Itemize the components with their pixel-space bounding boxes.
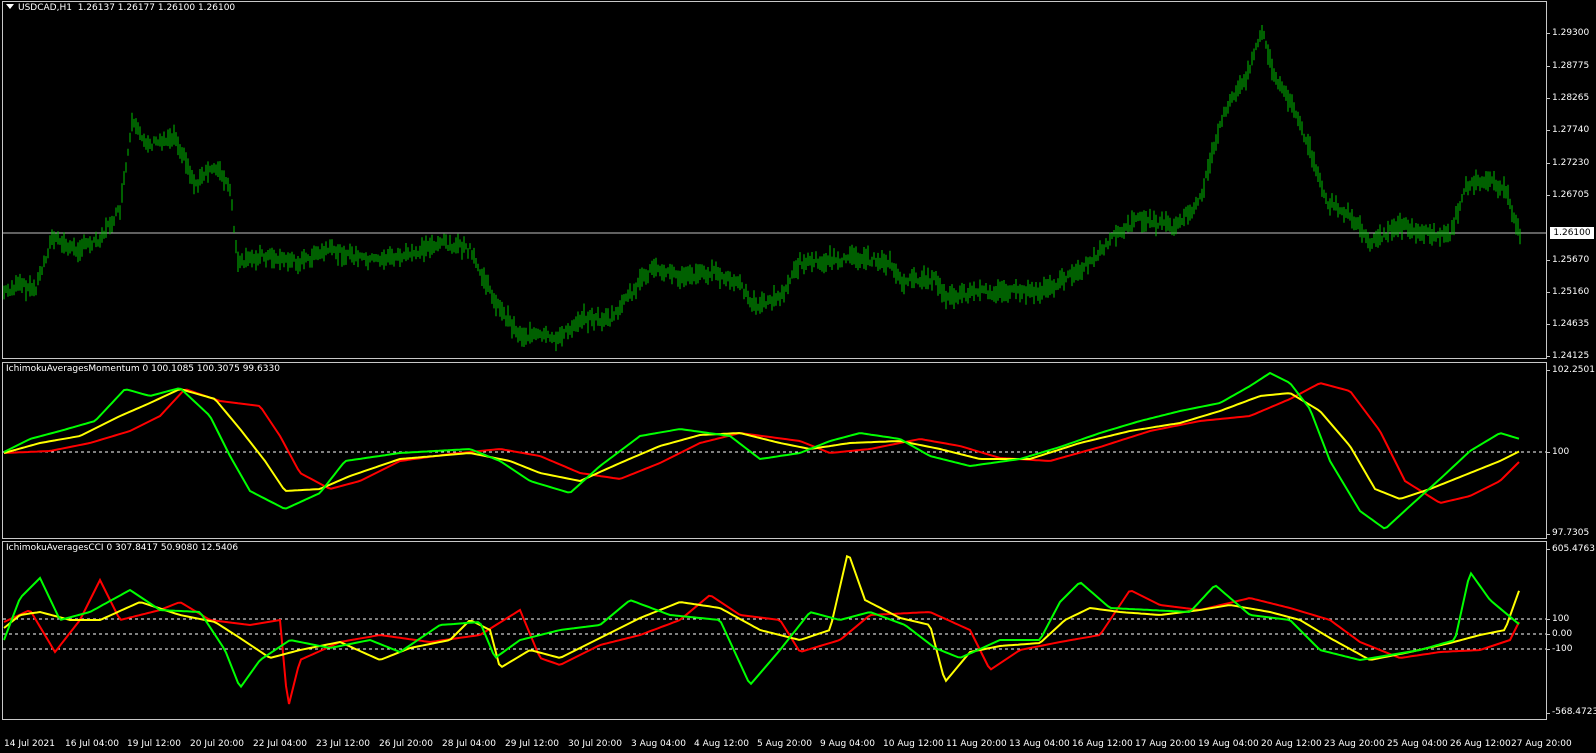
momentum-pane[interactable]: IchimokuAveragesMomentum 0 100.1085 100.… bbox=[0, 361, 1596, 539]
price-axis-label: 1.24635 bbox=[1552, 319, 1590, 329]
time-axis-label: 17 Aug 20:00 bbox=[1135, 739, 1196, 749]
time-axis-label: 16 Jul 04:00 bbox=[65, 739, 119, 749]
momentum-label: IchimokuAveragesMomentum 0 100.1085 100.… bbox=[6, 364, 280, 374]
time-axis-label: 3 Aug 04:00 bbox=[631, 739, 686, 749]
time-axis-label: 28 Jul 04:00 bbox=[442, 739, 496, 749]
symbol-label: USDCAD,H1 bbox=[18, 3, 72, 13]
time-axis-label: 20 Aug 12:00 bbox=[1261, 739, 1322, 749]
price-axis-label: 1.25160 bbox=[1552, 287, 1590, 297]
time-axis-label: 11 Aug 20:00 bbox=[946, 739, 1007, 749]
time-axis-label: 10 Aug 12:00 bbox=[883, 739, 944, 749]
time-axis-label: 26 Aug 12:00 bbox=[1450, 739, 1511, 749]
price-chart bbox=[3, 25, 1546, 352]
cci-pane[interactable]: IchimokuAveragesCCI 0 307.8417 50.9080 1… bbox=[0, 540, 1596, 720]
time-axis-label: 19 Aug 04:00 bbox=[1198, 739, 1259, 749]
cci-axis-bottom: -568.4723 bbox=[1552, 707, 1596, 717]
time-axis-label: 29 Jul 12:00 bbox=[505, 739, 559, 749]
cci-axis-100: 100 bbox=[1552, 614, 1570, 624]
momentum-chart bbox=[3, 371, 1546, 530]
price-axis-label: 1.24125 bbox=[1552, 351, 1590, 361]
time-axis-label: 26 Jul 20:00 bbox=[379, 739, 433, 749]
ohlc-values: 1.26137 1.26177 1.26100 1.26100 bbox=[77, 3, 236, 13]
time-axis-label: 22 Jul 04:00 bbox=[253, 739, 307, 749]
time-axis-label: 5 Aug 20:00 bbox=[757, 739, 812, 749]
momentum-red-line bbox=[3, 382, 1520, 504]
price-axis-label: 1.27230 bbox=[1552, 158, 1590, 168]
cci-label: IchimokuAveragesCCI 0 307.8417 50.9080 1… bbox=[6, 543, 239, 553]
price-axis-label: 1.27740 bbox=[1552, 125, 1590, 135]
time-axis-label: 13 Aug 04:00 bbox=[1009, 739, 1070, 749]
momentum-axis-bottom: 97.7305 bbox=[1552, 528, 1590, 538]
time-axis-label: 4 Aug 12:00 bbox=[694, 739, 749, 749]
cci-axis-m100: -100 bbox=[1552, 644, 1573, 654]
time-axis-label: 23 Jul 12:00 bbox=[316, 739, 370, 749]
momentum-axis-top: 102.2501 bbox=[1552, 365, 1595, 375]
time-axis-label: 27 Aug 20:00 bbox=[1511, 739, 1572, 749]
time-axis-label: 23 Aug 20:00 bbox=[1324, 739, 1385, 749]
time-axis-label: 25 Aug 04:00 bbox=[1387, 739, 1448, 749]
symbol-header[interactable]: USDCAD,H1 1.26137 1.26177 1.26100 1.2610… bbox=[6, 3, 235, 13]
momentum-axis-mid: 100 bbox=[1552, 447, 1570, 457]
time-axis-label: 19 Jul 12:00 bbox=[127, 739, 181, 749]
time-axis-label: 14 Jul 2021 bbox=[4, 739, 55, 749]
current-price-badge: 1.26100 bbox=[1550, 227, 1594, 239]
momentum-green-line bbox=[3, 371, 1520, 530]
time-axis-label: 9 Aug 04:00 bbox=[820, 739, 875, 749]
cci-axis-top: 605.4763 bbox=[1552, 544, 1595, 554]
price-axis-label: 1.29300 bbox=[1552, 28, 1590, 38]
menu-triangle-icon[interactable] bbox=[6, 4, 14, 9]
momentum-yellow-line bbox=[3, 388, 1520, 500]
price-axis-label: 1.26705 bbox=[1552, 190, 1590, 200]
price-axis-label: 1.28775 bbox=[1552, 61, 1590, 71]
time-axis-label: 16 Aug 12:00 bbox=[1072, 739, 1133, 749]
price-pane[interactable]: USDCAD,H1 1.26137 1.26177 1.26100 1.2610… bbox=[0, 0, 1596, 361]
price-axis-label: 1.25670 bbox=[1552, 255, 1590, 265]
time-axis-label: 20 Jul 20:00 bbox=[190, 739, 244, 749]
time-axis-label: 30 Jul 20:00 bbox=[568, 739, 622, 749]
cci-chart bbox=[3, 554, 1546, 705]
cci-red-line bbox=[3, 577, 1520, 705]
price-axis-label: 1.28265 bbox=[1552, 93, 1590, 103]
cci-axis-0: 0.00 bbox=[1552, 629, 1573, 639]
